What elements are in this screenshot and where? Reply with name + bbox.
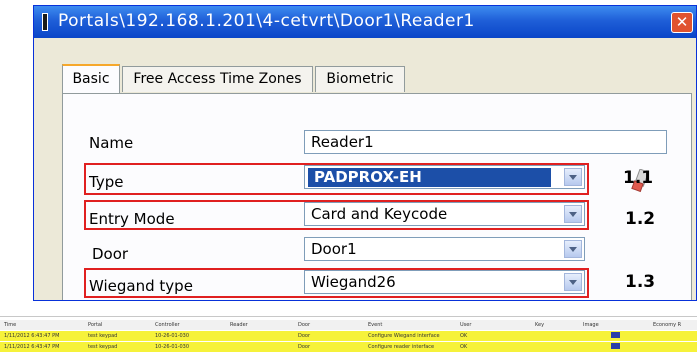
time-cell: 1/11/2012 6:43:47 PM [4, 333, 60, 339]
tab-biometric[interactable]: Biometric [315, 66, 405, 92]
door-value: Door1 [311, 240, 357, 258]
column-header[interactable]: Economy R [653, 322, 681, 328]
chevron-down-icon[interactable] [564, 240, 582, 258]
table-header-row: Time Portal Controller Reader Door Event… [0, 320, 697, 330]
column-header[interactable]: Portal [88, 322, 102, 328]
column-header[interactable]: User [460, 322, 471, 328]
portal-cell: test keypad [88, 344, 118, 350]
door-cell: Door [298, 344, 311, 350]
callout-1-1: 1.1 [623, 168, 654, 188]
column-header[interactable]: Controller [155, 322, 180, 328]
wiegand-type-highlight-box [84, 268, 589, 298]
reader-properties-window: Portals\192.168.1.201\4-cetvrt\Door1\Rea… [33, 5, 697, 301]
column-header[interactable]: Event [368, 322, 382, 328]
user-cell: OK [460, 333, 468, 339]
name-field[interactable]: Reader1 [304, 130, 667, 154]
close-button[interactable]: ✕ [671, 12, 693, 33]
door-label: Door [92, 245, 129, 263]
column-header[interactable]: Image [583, 322, 599, 328]
table-row[interactable]: 1/11/2012 6:43:47 PM test keypad 10-26-0… [0, 331, 697, 341]
name-label: Name [89, 134, 134, 152]
controller-cell: 10-26-01-030 [155, 333, 190, 339]
type-highlight-box [84, 163, 589, 195]
entry-mode-highlight-box [84, 200, 589, 230]
image-icon[interactable] [611, 343, 620, 349]
callout-1-3: 1.3 [625, 272, 656, 292]
portal-cell: test keypad [88, 333, 118, 339]
door-select[interactable]: Door1 [304, 237, 585, 261]
callout-1-2: 1.2 [625, 209, 656, 229]
image-icon[interactable] [611, 332, 620, 338]
tab-free-access-time-zones[interactable]: Free Access Time Zones [122, 66, 313, 92]
controller-cell: 10-26-01-030 [155, 344, 190, 350]
column-header[interactable]: Key [535, 322, 544, 328]
door-cell: Door [298, 333, 311, 339]
title-bar[interactable]: Portals\192.168.1.201\4-cetvrt\Door1\Rea… [34, 6, 696, 38]
event-cell: Configure Wiegand interface [368, 333, 440, 339]
window-title: Portals\192.168.1.201\4-cetvrt\Door1\Rea… [58, 11, 475, 31]
user-cell: OK [460, 344, 468, 350]
window-icon [42, 13, 48, 31]
column-header[interactable]: Reader [230, 322, 248, 328]
column-header[interactable]: Door [298, 322, 310, 328]
time-cell: 1/11/2012 6:43:47 PM [4, 344, 60, 350]
tab-basic[interactable]: Basic [62, 64, 120, 94]
event-cell: Configure reader interface [368, 344, 435, 350]
event-log-table: Time Portal Controller Reader Door Event… [0, 316, 697, 352]
column-header[interactable]: Time [4, 322, 16, 328]
